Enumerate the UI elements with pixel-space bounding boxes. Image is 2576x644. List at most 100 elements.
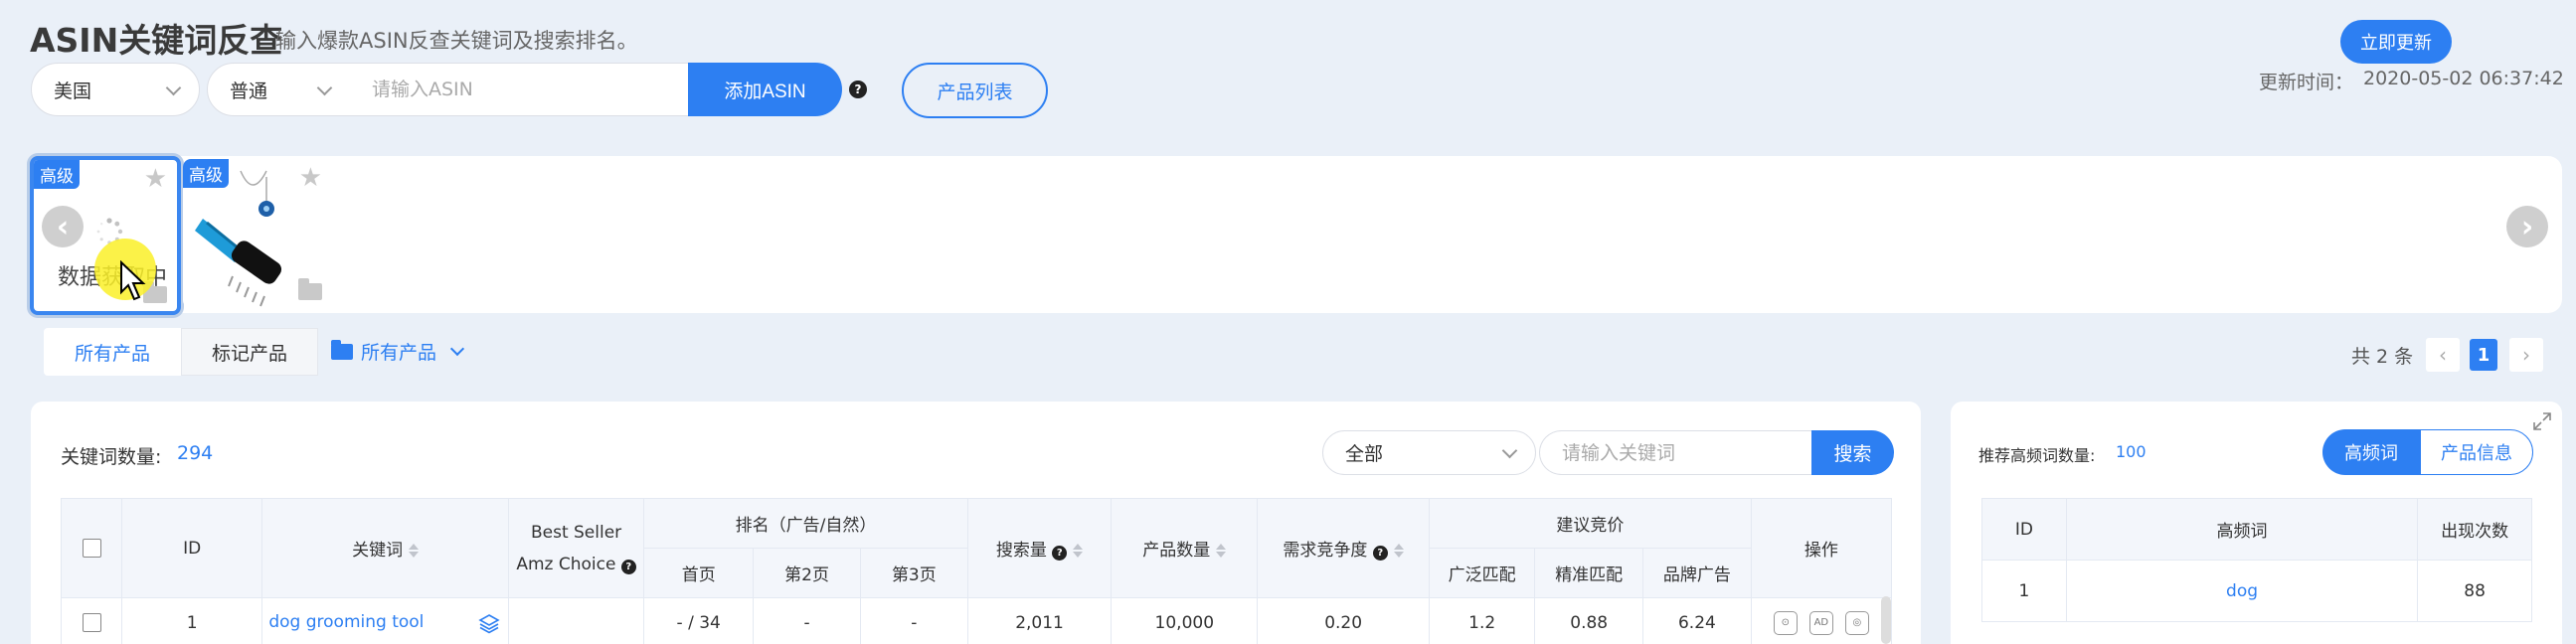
ad-icon[interactable]: AD [1808, 610, 1833, 635]
help-icon[interactable]: ? [620, 559, 636, 574]
header-id: ID [1981, 498, 2067, 561]
refresh-now-button[interactable]: 立即更新 [2340, 20, 2452, 64]
header-keyword[interactable]: 关键词 [261, 498, 509, 598]
header-demand-competition-label: 需求竞争度 [1283, 541, 1368, 561]
country-select[interactable]: 美国 [31, 63, 200, 116]
chevron-down-icon [165, 80, 182, 96]
row-search-volume: 2,011 [966, 597, 1113, 644]
select-all-checkbox[interactable] [82, 539, 101, 558]
table-header-row: ID 高频词 出现次数 [1981, 498, 2532, 561]
header-product-count[interactable]: 产品数量 [1111, 498, 1259, 598]
row-best-seller [507, 597, 645, 644]
header-brand-ad: 品牌广告 [1642, 548, 1752, 598]
folder-icon[interactable] [298, 278, 322, 300]
header-amz-choice-label: Amz Choice [516, 554, 616, 574]
product-carousel [28, 156, 2562, 313]
folder-filter-label: 所有产品 [361, 342, 437, 364]
country-select-value: 美国 [54, 80, 92, 102]
page-title: ASIN关键词反查 [30, 21, 283, 60]
track-icon[interactable]: ⊙ [1773, 610, 1798, 635]
keyword-search-button[interactable]: 搜索 [1811, 430, 1894, 475]
total-count: 共 2 条 [2351, 346, 2414, 368]
high-freq-word-link[interactable]: dog [2065, 560, 2419, 622]
row-id: 1 [121, 597, 263, 644]
sort-icon[interactable] [1073, 544, 1084, 558]
help-icon[interactable]: ? [1372, 546, 1388, 561]
pagination-page-button[interactable]: 1 [2470, 339, 2497, 371]
carousel-next-button[interactable]: › [2506, 206, 2548, 247]
table-row[interactable]: 1 dog 88 [1981, 560, 2532, 622]
pagination-next-button[interactable]: › [2509, 338, 2543, 372]
table-header-row: ID 关键词 Best Seller Amz Choice ? 排名（广告/自然… [60, 498, 1893, 598]
tab-marked-products[interactable]: 标记产品 [181, 328, 318, 376]
mode-select[interactable]: 普通 [207, 63, 351, 116]
header-id: ID [121, 498, 263, 598]
folder-icon [331, 339, 353, 360]
header-product-count-label: 产品数量 [1142, 541, 1211, 561]
tab-high-frequency[interactable]: 高频词 [2322, 429, 2420, 475]
row-broad-match: 1.2 [1428, 597, 1536, 644]
keyword-table: ID 关键词 Best Seller Amz Choice ? 排名（广告/自然… [60, 498, 1893, 644]
keyword-count-value: 294 [177, 442, 214, 464]
pagination-prev-button[interactable]: ‹ [2426, 338, 2460, 372]
sort-icon[interactable] [409, 544, 420, 558]
header-search-volume-label: 搜索量 [995, 541, 1047, 561]
keyword-link[interactable]: dog grooming tool [268, 612, 424, 632]
mouse-cursor-icon [120, 260, 146, 301]
asin-input[interactable] [350, 63, 689, 116]
chevron-down-icon [316, 80, 333, 96]
row-product-count: 10,000 [1111, 597, 1259, 644]
header-search-volume[interactable]: 搜索量 ? [966, 498, 1113, 598]
add-asin-button[interactable]: 添加ASIN [688, 63, 842, 116]
page-subtitle: 输入爆款ASIN反查关键词及搜索排名。 [275, 29, 638, 53]
row-exact-match: 0.88 [1534, 597, 1644, 644]
update-time-label: 更新时间： [2259, 72, 2354, 93]
row-select-cell [60, 597, 123, 644]
keyword-search-input[interactable] [1539, 430, 1812, 475]
chevron-down-icon [449, 341, 465, 357]
header-page1: 首页 [643, 548, 755, 598]
expand-icon[interactable] [2532, 411, 2552, 431]
tab-all-products[interactable]: 所有产品 [44, 328, 181, 376]
tab-product-info[interactable]: 产品信息 [2420, 429, 2533, 475]
keyword-filter-select[interactable]: 全部 [1322, 430, 1536, 475]
header-page3: 第3页 [859, 548, 968, 598]
header-word: 高频词 [2065, 498, 2419, 561]
sort-icon[interactable] [1216, 544, 1227, 558]
product-badge: 高级 [34, 160, 80, 189]
layers-icon[interactable] [478, 612, 500, 634]
help-icon[interactable]: ? [849, 80, 867, 98]
header-exact-match: 精准匹配 [1534, 548, 1644, 598]
chevron-down-icon [1501, 442, 1518, 459]
update-time-value: 2020-05-02 06:37:42 [2363, 68, 2564, 89]
row-checkbox[interactable] [82, 613, 101, 632]
row-page3: - [859, 597, 968, 644]
folder-filter-select[interactable]: 所有产品 [331, 338, 465, 365]
row-occurrences: 88 [2417, 560, 2532, 622]
header-best-seller-label: Best Seller [530, 522, 622, 543]
star-icon[interactable]: ★ [144, 164, 167, 194]
row-demand-competition: 0.20 [1257, 597, 1430, 644]
mode-select-value: 普通 [230, 80, 268, 102]
product-card[interactable]: 高级 ★ [183, 159, 332, 308]
carousel-prev-button[interactable]: ‹ [42, 206, 84, 247]
row-page2: - [753, 597, 861, 644]
header-best-seller: Best Seller Amz Choice ? [507, 498, 645, 598]
row-actions: ⊙ AD ◎ [1750, 597, 1893, 644]
row-page1: - / 34 [643, 597, 755, 644]
high-freq-count-value: 100 [2116, 442, 2147, 461]
sort-icon[interactable] [1393, 544, 1404, 558]
header-demand-competition[interactable]: 需求竞争度 ? [1257, 498, 1430, 598]
help-icon[interactable]: ? [1052, 546, 1068, 561]
product-list-button[interactable]: 产品列表 [902, 63, 1048, 118]
select-all-cell [60, 498, 123, 598]
header-occurrences: 出现次数 [2417, 498, 2532, 561]
chart-icon[interactable]: ◎ [1844, 610, 1869, 635]
header-broad-match: 广泛匹配 [1428, 548, 1536, 598]
row-keyword-cell: dog grooming tool [261, 597, 509, 644]
table-row[interactable]: 1 dog grooming tool - / 34 - - 2,011 10,… [60, 597, 1893, 644]
high-freq-table: ID 高频词 出现次数 1 dog 88 [1981, 498, 2532, 622]
keyword-filter-value: 全部 [1345, 443, 1384, 465]
table-scrollbar[interactable] [1881, 596, 1891, 644]
header-keyword-label: 关键词 [352, 541, 404, 561]
